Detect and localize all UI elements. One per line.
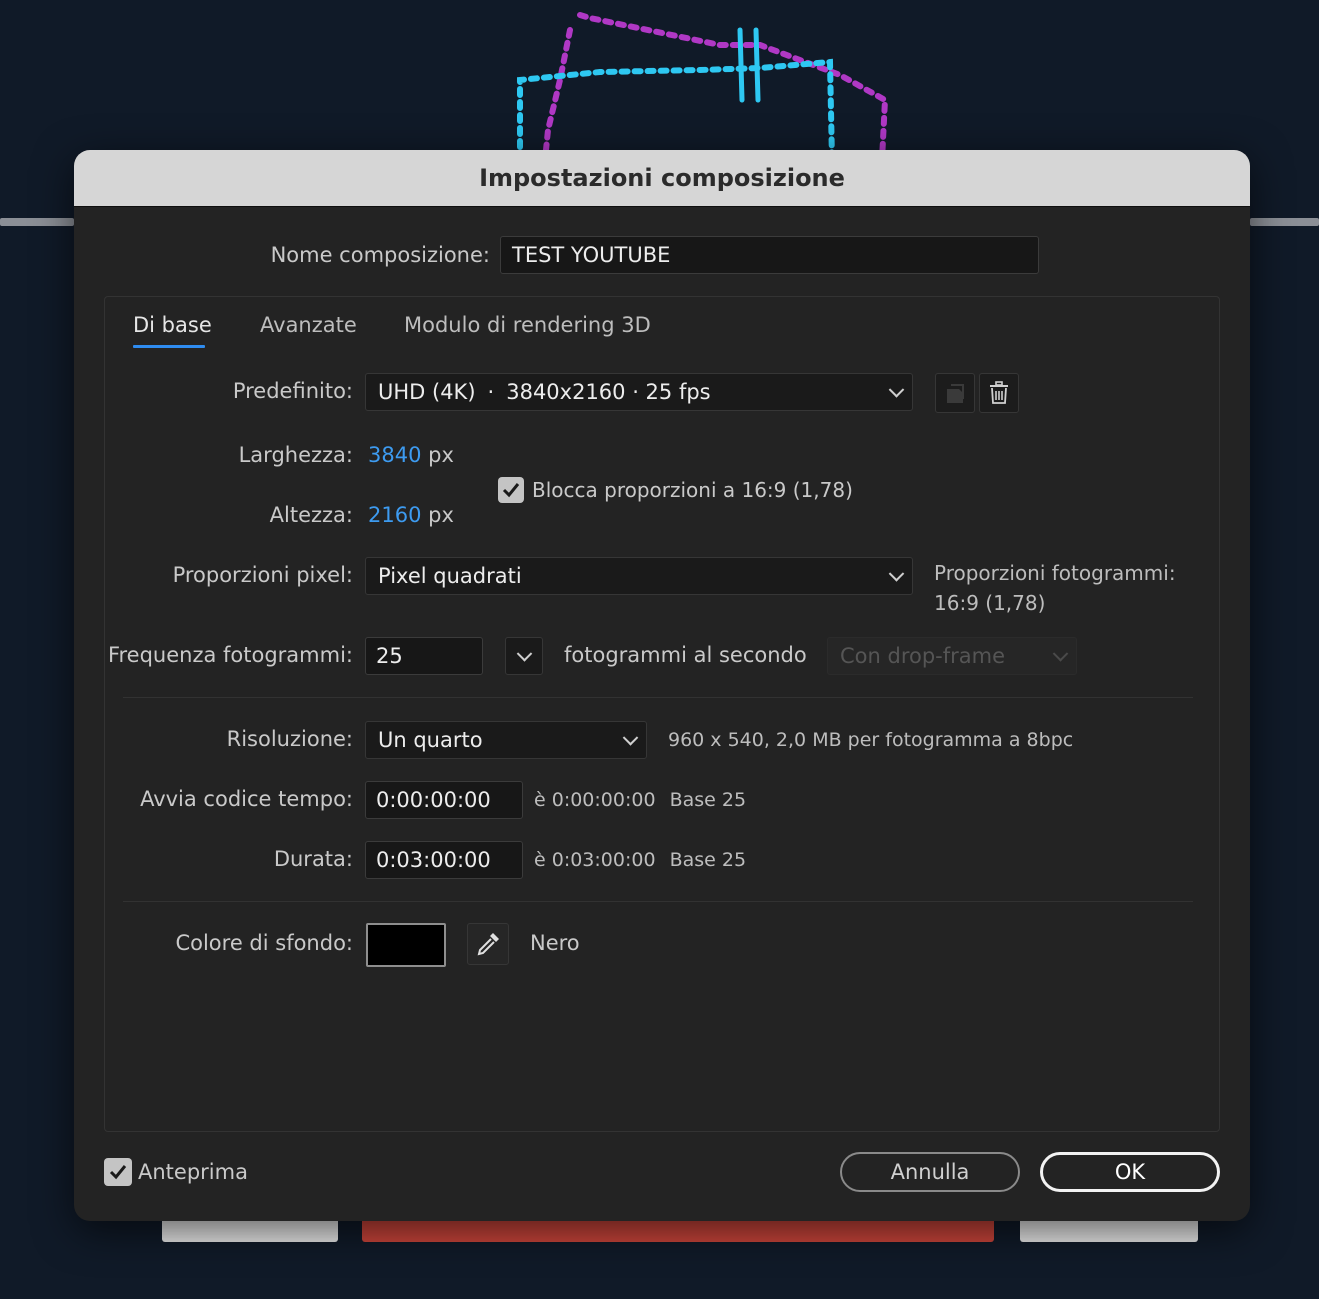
save-preset-button[interactable] — [935, 373, 975, 413]
lock-aspect-label: Blocca proporzioni a 16:9 (1,78) — [532, 478, 853, 502]
preset-dropdown[interactable]: UHD (4K) · 3840x2160 · 25 fps — [365, 373, 913, 411]
composition-name-label: Nome composizione: — [270, 243, 490, 267]
duration-equivalent: è 0:03:00:00 Base 25 — [534, 849, 746, 871]
resolution-info: 960 x 540, 2,0 MB per fotogramma a 8bpc — [668, 729, 1074, 751]
eyedropper-button[interactable] — [467, 923, 509, 965]
preview-checkbox[interactable] — [104, 1158, 132, 1186]
save-preset-icon — [947, 384, 964, 403]
height-label: Altezza: — [269, 503, 353, 527]
preset-value-detail: 3840x2160 · 25 fps — [506, 380, 711, 404]
start-timecode-input[interactable]: 0:00:00:00 — [365, 781, 523, 819]
preview-label: Anteprima — [138, 1160, 248, 1184]
background-color-label: Colore di sfondo: — [175, 931, 353, 955]
cancel-button[interactable]: Annulla — [840, 1152, 1020, 1192]
frame-rate-unit: fotogrammi al secondo — [564, 643, 807, 667]
section-divider — [123, 901, 1193, 902]
preset-value-separator: · — [487, 380, 495, 404]
chevron-down-icon — [516, 646, 533, 662]
lock-aspect-checkbox[interactable] — [498, 477, 524, 503]
duration-base: Base 25 — [669, 849, 747, 871]
frame-aspect-value: 16:9 (1,78) — [934, 591, 1046, 615]
start-timecode-equivalent: è 0:00:00:00 Base 25 — [534, 789, 746, 811]
composition-name-input[interactable]: TEST YOUTUBE — [500, 236, 1039, 274]
trash-icon — [990, 381, 1008, 404]
background-neon-graphic — [517, 12, 889, 160]
start-timecode-base: Base 25 — [669, 789, 747, 811]
width-value[interactable]: 3840 — [368, 443, 421, 467]
lock-aspect-ratio[interactable]: Blocca proporzioni a 16:9 (1,78) — [498, 477, 853, 503]
tab-3d-renderer[interactable]: Modulo di rendering 3D — [404, 313, 651, 337]
height-field: 2160 px — [368, 503, 454, 527]
frame-rate-label: Frequenza fotogrammi: — [107, 643, 353, 667]
background-track-right — [1250, 218, 1319, 226]
duration-equiv: è 0:03:00:00 — [534, 849, 656, 871]
delete-preset-button[interactable] — [979, 373, 1019, 413]
resolution-label: Risoluzione: — [226, 727, 353, 751]
tab-active-indicator — [133, 345, 205, 348]
chevron-down-icon — [1052, 646, 1069, 662]
checkmark-icon — [109, 1165, 127, 1180]
section-divider — [123, 697, 1193, 698]
resolution-value: Un quarto — [378, 728, 483, 752]
background-color-swatch[interactable] — [366, 923, 446, 967]
eyedropper-icon — [477, 933, 499, 956]
tab-basic[interactable]: Di base — [133, 313, 212, 337]
preview-toggle[interactable]: Anteprima — [104, 1158, 248, 1186]
height-value[interactable]: 2160 — [368, 503, 421, 527]
duration-input[interactable]: 0:03:00:00 — [365, 841, 523, 879]
frame-rate-input[interactable]: 25 — [365, 637, 483, 675]
resolution-dropdown[interactable]: Un quarto — [365, 721, 647, 759]
frame-aspect-label: Proporzioni fotogrammi: — [934, 561, 1176, 585]
start-timecode-label: Avvia codice tempo: — [140, 787, 353, 811]
settings-panel: Di base Avanzate Modulo di rendering 3D … — [104, 296, 1220, 1132]
chevron-down-icon — [888, 382, 905, 398]
chevron-down-icon — [622, 730, 639, 746]
drop-frame-dropdown: Con drop-frame — [827, 637, 1077, 675]
width-field: 3840 px — [368, 443, 454, 467]
height-unit: px — [428, 503, 454, 527]
width-unit: px — [428, 443, 454, 467]
chevron-down-icon — [888, 566, 905, 582]
tab-advanced[interactable]: Avanzate — [260, 313, 357, 337]
start-timecode-equiv: è 0:00:00:00 — [534, 789, 656, 811]
composition-settings-dialog: Impostazioni composizione Nome composizi… — [74, 150, 1250, 1221]
dialog-title: Impostazioni composizione — [479, 164, 845, 192]
ok-button[interactable]: OK — [1040, 1152, 1220, 1192]
frame-rate-dropdown[interactable] — [505, 637, 543, 675]
dialog-titlebar[interactable]: Impostazioni composizione — [74, 150, 1250, 207]
drop-frame-value: Con drop-frame — [840, 644, 1006, 668]
checkmark-icon — [502, 483, 520, 498]
pixel-aspect-dropdown[interactable]: Pixel quadrati — [365, 557, 913, 595]
pixel-aspect-label: Proporzioni pixel: — [172, 563, 353, 587]
background-track-left — [0, 218, 74, 226]
duration-label: Durata: — [273, 847, 353, 871]
preset-label: Predefinito: — [232, 379, 353, 403]
width-label: Larghezza: — [238, 443, 353, 467]
background-color-name: Nero — [530, 931, 580, 955]
preset-value-name: UHD (4K) — [378, 380, 476, 404]
pixel-aspect-value: Pixel quadrati — [378, 564, 522, 588]
